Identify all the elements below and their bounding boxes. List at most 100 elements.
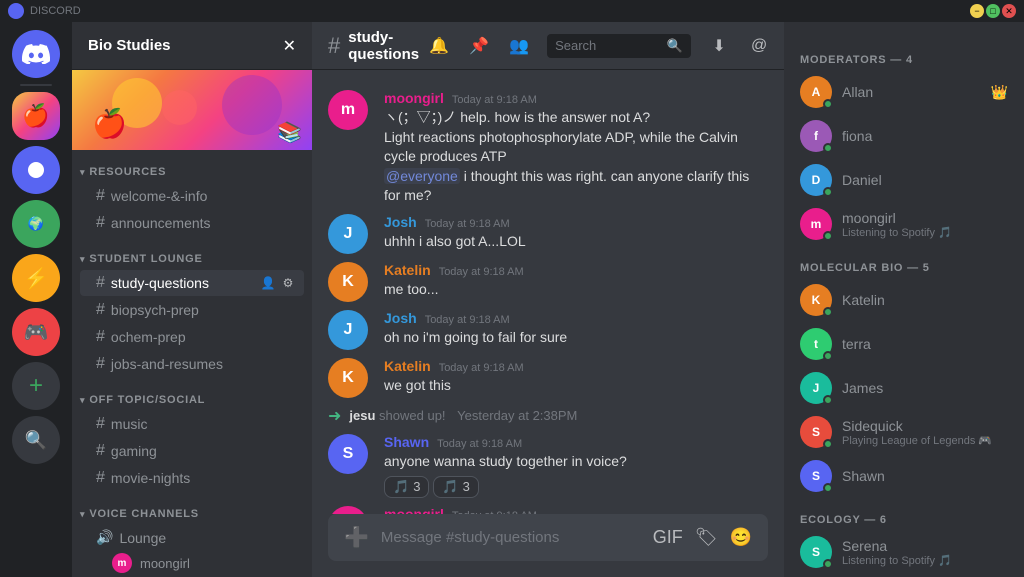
- channel-gaming[interactable]: # gaming: [80, 438, 304, 464]
- close-button[interactable]: ✕: [1002, 4, 1016, 18]
- sticker-icon[interactable]: 🏷: [695, 527, 718, 548]
- username[interactable]: moongirl: [384, 90, 444, 106]
- maximize-button[interactable]: □: [986, 4, 1000, 18]
- chat-input: ➕ GIF 🏷 😊: [328, 514, 768, 561]
- chevron-icon: ▾: [80, 167, 85, 178]
- plus-icon[interactable]: ➕: [344, 525, 369, 550]
- app-title: DISCORD: [30, 5, 81, 17]
- channel-movie-nights[interactable]: # movie-nights: [80, 465, 304, 491]
- category-moderators: MODERATORS — 4: [792, 38, 1016, 70]
- discord-titlebar-icon: [8, 3, 24, 19]
- status-online-dot: [823, 187, 833, 197]
- gear-icon[interactable]: ⚙: [280, 275, 296, 291]
- member-info: Sidequick Playing League of Legends 🎮: [842, 418, 1008, 447]
- server-icon-bio-studies[interactable]: 🍎: [12, 92, 60, 140]
- member-fiona[interactable]: f fiona: [792, 114, 1016, 158]
- member-sidequick[interactable]: S Sidequick Playing League of Legends 🎮: [792, 410, 1016, 454]
- username[interactable]: Josh: [384, 310, 417, 326]
- pin-icon[interactable]: 📌: [467, 34, 491, 58]
- message-3: K Katelin Today at 9:18 AM me too...: [312, 258, 784, 306]
- channel-biopsych[interactable]: # biopsych-prep: [80, 297, 304, 323]
- avatar: J: [328, 310, 368, 350]
- member-info: Allan 👑: [842, 84, 1008, 101]
- at-icon[interactable]: @: [747, 34, 771, 58]
- member-daniel[interactable]: D Daniel: [792, 158, 1016, 202]
- search-bar: 🔍: [547, 34, 691, 58]
- bell-icon[interactable]: 🔔: [427, 34, 451, 58]
- header-icons: 🔔 📌 👥 🔍 ⬇ @ ❓: [427, 34, 784, 58]
- username[interactable]: Katelin: [384, 358, 431, 374]
- channels-scroll: ▾ RESOURCES # welcome-&-info # announcem…: [72, 150, 312, 577]
- mention[interactable]: @everyone: [384, 168, 460, 184]
- category-student-lounge[interactable]: ▾ STUDENT LOUNGE: [72, 237, 312, 269]
- add-members-icon[interactable]: 👤: [260, 275, 276, 291]
- avatar: S: [800, 536, 832, 568]
- avatar: m: [328, 506, 368, 514]
- member-katelin[interactable]: K Katelin: [792, 278, 1016, 322]
- search-icon: 🔍: [667, 38, 683, 54]
- message-header: Josh Today at 9:18 AM: [384, 214, 768, 230]
- system-message-jesu: ➜ jesu showed up! Yesterday at 2:38PM: [312, 402, 784, 430]
- download-icon[interactable]: ⬇: [707, 34, 731, 58]
- member-activity: Listening to Spotify 🎵: [842, 554, 1008, 567]
- members-icon[interactable]: 👥: [507, 34, 531, 58]
- member-terra[interactable]: t terra: [792, 322, 1016, 366]
- emoji-icon[interactable]: 😊: [730, 527, 752, 548]
- message-7: S Shawn Today at 9:18 AM anyone wanna st…: [312, 430, 784, 502]
- hash-icon: #: [96, 214, 105, 232]
- chevron-icon: ▾: [80, 509, 85, 520]
- category-label: RESOURCES: [89, 166, 166, 178]
- search-input[interactable]: [555, 38, 661, 53]
- server-icon-3[interactable]: 🌍: [12, 200, 60, 248]
- avatar: D: [800, 164, 832, 196]
- category-molecular-bio: MOLECULAR BIO — 5: [792, 246, 1016, 278]
- avatar: t: [800, 328, 832, 360]
- message-input[interactable]: [381, 529, 641, 546]
- voice-member-moongirl[interactable]: m moongirl: [80, 551, 304, 575]
- voice-channel-lounge[interactable]: 🔊 Lounge: [80, 525, 304, 550]
- server-name: Bio Studies: [88, 37, 171, 54]
- message-content: moongirl Today at 9:18 AM this video rea…: [384, 506, 768, 514]
- member-james[interactable]: J James: [792, 366, 1016, 410]
- channel-study-questions[interactable]: # study-questions 👤 ⚙: [80, 270, 304, 296]
- channel-ochem[interactable]: # ochem-prep: [80, 324, 304, 350]
- member-name: Serena: [842, 538, 887, 554]
- category-ecology: ECOLOGY — 6: [792, 498, 1016, 530]
- system-text: jesu showed up! Yesterday at 2:38PM: [349, 408, 577, 423]
- channel-welcome[interactable]: # welcome-&-info: [80, 183, 304, 209]
- category-label: VOICE CHANNELS: [89, 508, 199, 520]
- message-header: moongirl Today at 9:18 AM: [384, 90, 768, 106]
- username[interactable]: Katelin: [384, 262, 431, 278]
- category-resources[interactable]: ▾ RESOURCES: [72, 150, 312, 182]
- server-icon-discord[interactable]: [12, 30, 60, 78]
- username[interactable]: Josh: [384, 214, 417, 230]
- server-icon-2[interactable]: [12, 146, 60, 194]
- avatar: J: [800, 372, 832, 404]
- reaction-1[interactable]: 🎵 3: [384, 476, 429, 498]
- gif-icon[interactable]: GIF: [653, 527, 683, 548]
- category-off-topic[interactable]: ▾ OFF TOPIC/SOCIAL: [72, 378, 312, 410]
- message-content: Josh Today at 9:18 AM uhhh i also got A.…: [384, 214, 768, 254]
- server-icon-5[interactable]: 🎮: [12, 308, 60, 356]
- server-header[interactable]: Bio Studies ✕: [72, 22, 312, 70]
- member-moongirl-mod[interactable]: m moongirl Listening to Spotify 🎵: [792, 202, 1016, 246]
- member-allan[interactable]: A Allan 👑: [792, 70, 1016, 114]
- username[interactable]: Shawn: [384, 434, 429, 450]
- message-content: Katelin Today at 9:18 AM me too...: [384, 262, 768, 302]
- minimize-button[interactable]: −: [970, 4, 984, 18]
- server-icon-4[interactable]: ⚡: [12, 254, 60, 302]
- channel-music[interactable]: # music: [80, 411, 304, 437]
- add-server-button[interactable]: +: [12, 362, 60, 410]
- channel-jobs[interactable]: # jobs-and-resumes: [80, 351, 304, 377]
- category-voice[interactable]: ▾ VOICE CHANNELS: [72, 492, 312, 524]
- member-serena[interactable]: S Serena Listening to Spotify 🎵: [792, 530, 1016, 574]
- explore-icon[interactable]: 🔍: [12, 416, 60, 464]
- members-sidebar: MODERATORS — 4 A Allan 👑 f fiona D: [784, 22, 1024, 577]
- member-shawn-mol[interactable]: S Shawn: [792, 454, 1016, 498]
- channel-name: biopsych-prep: [111, 302, 296, 318]
- main-chat-area: # study-questions 🔔 📌 👥 🔍 ⬇ @ ❓ m: [312, 22, 784, 577]
- channel-name: gaming: [111, 443, 296, 459]
- channel-announcements[interactable]: # announcements: [80, 210, 304, 236]
- reaction-2[interactable]: 🎵 3: [433, 476, 478, 498]
- username[interactable]: moongirl: [384, 506, 444, 514]
